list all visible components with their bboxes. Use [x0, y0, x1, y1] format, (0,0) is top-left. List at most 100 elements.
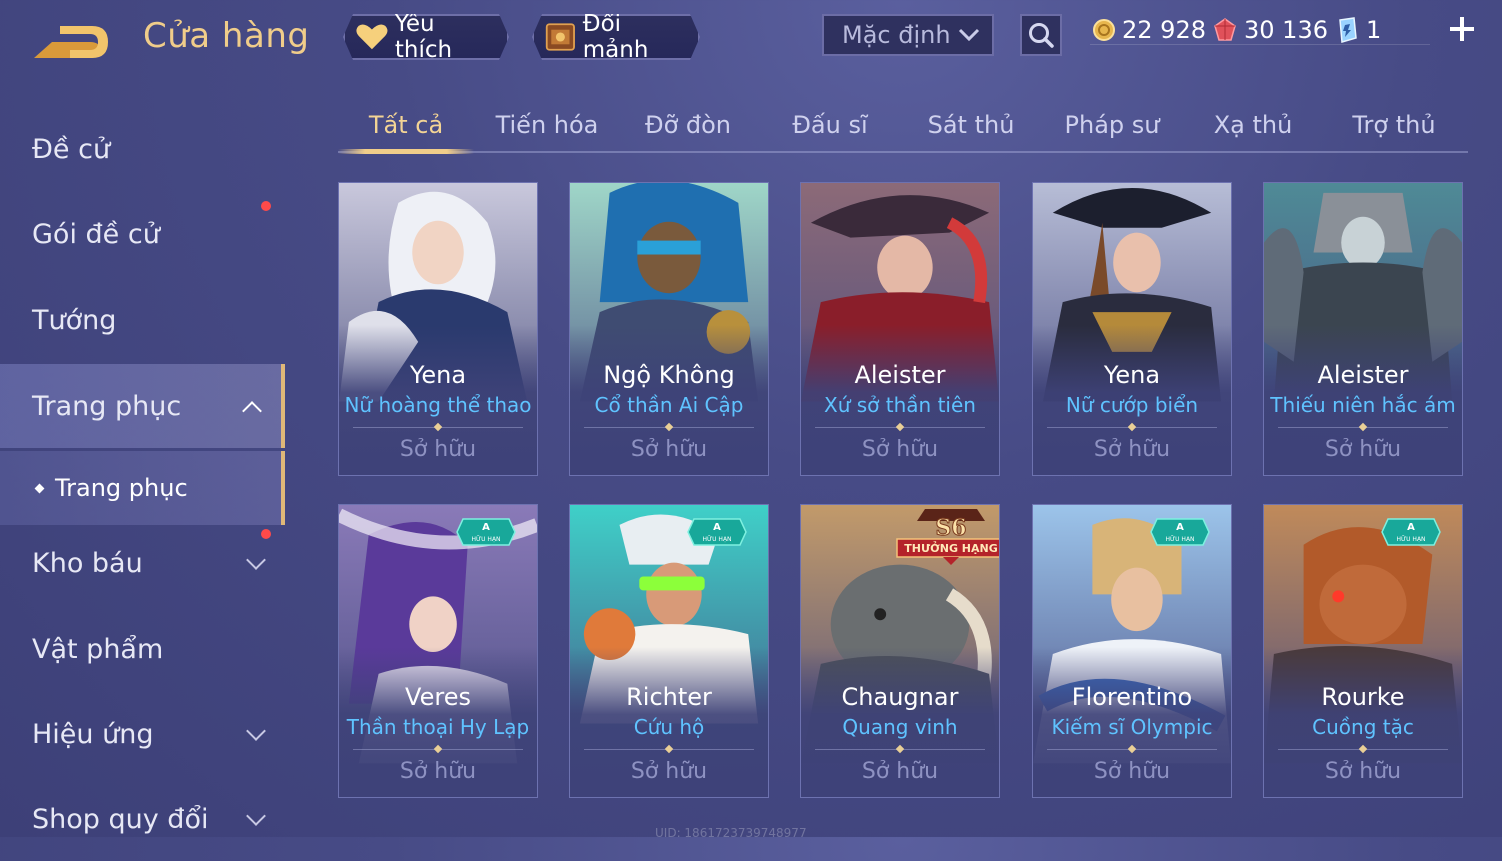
sidebar-item-treasure[interactable]: Kho báu — [0, 521, 285, 605]
add-currency-button[interactable] — [1444, 14, 1480, 50]
card-divider — [1278, 749, 1448, 750]
hero-name: Richter — [626, 683, 712, 711]
skin-card[interactable]: Yena Nữ hoàng thể thao Sở hữu — [338, 182, 538, 476]
owned-status: Sở hữu — [1093, 759, 1171, 784]
badge-title: A — [1176, 522, 1184, 533]
tab-label: Tiến hóa — [495, 111, 599, 139]
sort-selected-value: Mặc định — [842, 21, 951, 49]
limited-badge: A HỮU HẠN — [1150, 518, 1210, 546]
tab-label: Pháp sư — [1064, 111, 1160, 139]
sidebar-item-items[interactable]: Vật phẩm — [0, 607, 285, 691]
skin-card[interactable]: S6 THƯỞNG HẠNG Chaugnar Quang vinh Sở hữ… — [800, 504, 1000, 798]
badge-subtitle: HỮU HẠN — [1165, 536, 1194, 543]
tab-mage[interactable]: Pháp sư — [1044, 100, 1180, 150]
hero-name: Chaugnar — [841, 683, 959, 711]
sidebar-item-label: Hiệu ứng — [32, 718, 154, 750]
tab-label: Tất cả — [368, 111, 444, 139]
sidebar-item-exchange-shop[interactable]: Shop quy đổi — [0, 777, 285, 861]
owned-status: Sở hữu — [630, 759, 708, 784]
sidebar-item-effects[interactable]: Hiệu ứng — [0, 692, 285, 776]
skin-card[interactable]: A HỮU HẠN Florentino Kiếm sĩ Olympic Sở … — [1032, 504, 1232, 798]
skin-name: Nữ hoàng thể thao — [344, 393, 532, 417]
hero-name: Ngộ Không — [603, 361, 735, 389]
badge-subtitle: HỮU HẠN — [702, 536, 731, 543]
skin-name: Cứu hộ — [633, 715, 705, 739]
skin-card[interactable]: A HỮU HẠN Richter Cứu hộ Sở hữu — [569, 504, 769, 798]
sidebar-item-label: Shop quy đổi — [32, 803, 209, 835]
owned-status: Sở hữu — [399, 437, 477, 462]
tab-all[interactable]: Tất cả — [338, 100, 474, 150]
search-icon — [1029, 23, 1054, 48]
voucher-crystal-icon — [1339, 17, 1357, 43]
badge-title: A — [1407, 522, 1415, 533]
favorite-button[interactable]: Yêu thích — [343, 14, 509, 60]
hero-name: Yena — [1103, 361, 1161, 389]
skin-card[interactable]: A HỮU HẠN Veres Thần thoại Hy Lạp Sở hữu — [338, 504, 538, 798]
card-divider — [584, 427, 754, 428]
sidebar-item-label: Gói đề cử — [32, 218, 160, 250]
owned-status: Sở hữu — [1324, 437, 1402, 462]
sidebar-item-skins[interactable]: Trang phục — [0, 364, 285, 448]
tabs-divider — [338, 151, 1468, 153]
gold-amount: 22 928 — [1122, 16, 1206, 44]
tab-label: Sát thủ — [927, 111, 1015, 139]
sidebar-item-recommended-packs[interactable]: Gói đề cử — [0, 192, 285, 276]
back-button[interactable] — [30, 20, 112, 62]
plus-icon — [1450, 17, 1474, 41]
sort-dropdown[interactable]: Mặc định — [822, 14, 994, 56]
tab-evolution[interactable]: Tiến hóa — [479, 100, 615, 150]
skin-name: Cổ thần Ai Cập — [594, 393, 744, 417]
skin-card[interactable]: Aleister Xứ sở thần tiên Sở hữu — [800, 182, 1000, 476]
sidebar-item-label: Vật phẩm — [32, 633, 164, 665]
uid-watermark: UID: 1861723739748977 — [655, 826, 807, 840]
heart-icon — [355, 22, 389, 52]
sidebar-item-label: Trang phục — [32, 390, 182, 422]
ruby-gem-icon — [1214, 18, 1236, 41]
card-divider — [353, 749, 523, 750]
active-tab-indicator — [338, 149, 474, 154]
skin-name: Quang vinh — [842, 715, 958, 739]
badge-title: A — [482, 522, 490, 533]
tab-assassin[interactable]: Sát thủ — [903, 100, 1039, 150]
chevron-down-icon — [246, 721, 266, 741]
limited-badge: A HỮU HẠN — [687, 518, 747, 546]
search-button[interactable] — [1020, 14, 1062, 56]
hero-name: Aleister — [854, 361, 946, 389]
shard-exchange-button[interactable]: Đổi mảnh — [532, 14, 700, 60]
voucher-currency: 1 — [1334, 16, 1381, 44]
skin-name: Xứ sở thần tiên — [824, 393, 976, 417]
sidebar-item-label: Đề cử — [32, 133, 111, 165]
chevron-down-icon — [246, 550, 266, 570]
ruby-currency: 30 136 — [1212, 16, 1328, 44]
card-divider — [1047, 749, 1217, 750]
skin-card[interactable]: Ngộ Không Cổ thần Ai Cập Sở hữu — [569, 182, 769, 476]
badge-title: A — [713, 522, 721, 533]
hero-name: Yena — [409, 361, 467, 389]
voucher-amount: 1 — [1366, 16, 1382, 44]
tab-tank[interactable]: Đỡ đòn — [620, 100, 756, 150]
tab-support[interactable]: Trợ thủ — [1326, 100, 1462, 150]
tab-marksman[interactable]: Xạ thủ — [1185, 100, 1321, 150]
tab-label: Đỡ đòn — [644, 111, 732, 139]
sidebar-item-heroes[interactable]: Tướng — [0, 278, 285, 362]
sidebar-subitem-label: Trang phục — [55, 474, 188, 502]
owned-status: Sở hữu — [399, 759, 477, 784]
tab-label: Xạ thủ — [1213, 111, 1293, 139]
tab-fighter[interactable]: Đấu sĩ — [762, 100, 898, 150]
gold-coin-icon — [1093, 19, 1115, 41]
skin-name: Nữ cướp biển — [1065, 393, 1199, 417]
card-divider — [353, 427, 523, 428]
skin-card[interactable]: Aleister Thiếu niên hắc ám Sở hữu — [1263, 182, 1463, 476]
owned-status: Sở hữu — [861, 759, 939, 784]
skin-name: Thần thoại Hy Lạp — [346, 715, 530, 739]
limited-badge: A HỮU HẠN — [1381, 518, 1441, 546]
sidebar-subitem-skins[interactable]: Trang phục — [0, 451, 285, 525]
hero-name: Florentino — [1071, 683, 1193, 711]
tab-label: Đấu sĩ — [792, 111, 868, 139]
skin-card[interactable]: Yena Nữ cướp biển Sở hữu — [1032, 182, 1232, 476]
skin-card[interactable]: A HỮU HẠN Rourke Cuồng tặc Sở hữu — [1263, 504, 1463, 798]
notification-dot — [261, 201, 271, 211]
badge-subtitle: HỮU HẠN — [471, 536, 500, 543]
sidebar-item-recommended[interactable]: Đề cử — [0, 107, 285, 191]
badge-subtitle: HỮU HẠN — [1396, 536, 1425, 543]
